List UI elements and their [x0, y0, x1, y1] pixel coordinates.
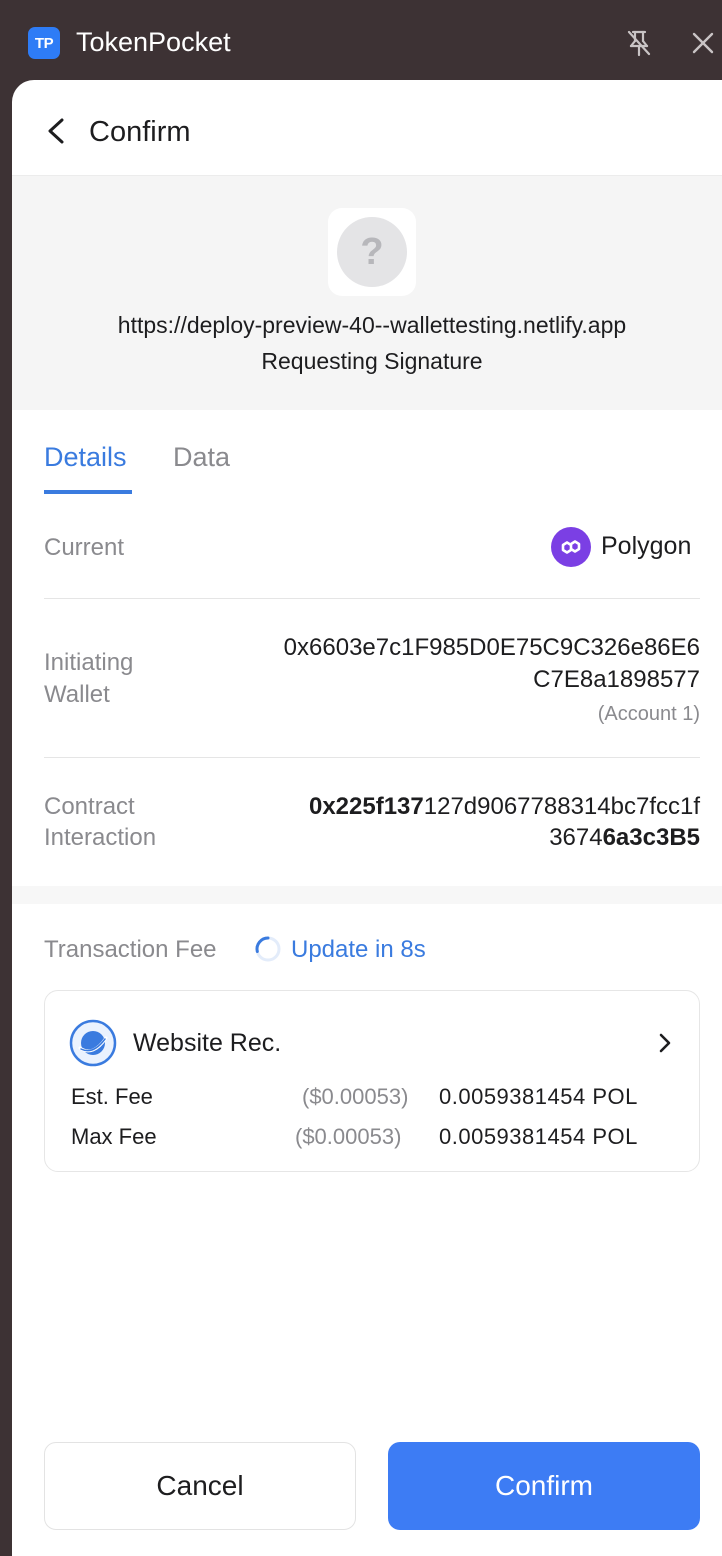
site-url: https://deploy-preview-40--wallettesting…: [117, 312, 627, 338]
max-fee-usd: ($0.00053): [295, 1124, 402, 1149]
section-separator: [12, 886, 722, 904]
cancel-button[interactable]: Cancel: [44, 1442, 356, 1530]
fee-option-card[interactable]: Website Rec. Est. Fee ($0.00053) 0.00593…: [44, 990, 700, 1172]
app-name: TokenPocket: [76, 27, 231, 57]
fee-update-countdown: Update in 8s: [291, 936, 426, 963]
confirm-button[interactable]: Confirm: [388, 1442, 700, 1530]
contract-address-line1: 0x225f137127d9067788314bc7fcc1f: [309, 791, 700, 822]
back-arrow-icon[interactable]: [42, 116, 70, 146]
window-titlebar: TP TokenPocket: [0, 0, 722, 84]
chevron-right-icon: [659, 1033, 671, 1053]
close-icon[interactable]: [690, 30, 716, 56]
unknown-site-icon: ?: [337, 217, 407, 287]
network-label: Current: [44, 534, 125, 561]
page-header: Confirm: [12, 80, 722, 176]
contract-label-line1: Contract: [44, 793, 135, 820]
est-fee-usd: ($0.00053): [302, 1084, 409, 1109]
confirm-panel: Confirm ? https://deploy-preview-40--wal…: [12, 80, 722, 1556]
wallet-address-line2: C7E8a1898577: [533, 666, 700, 693]
est-fee-amount: 0.0059381454 POL: [439, 1084, 638, 1109]
loading-spinner-icon: [255, 936, 281, 962]
tokenpocket-logo-icon: TP: [28, 27, 60, 59]
unpin-icon[interactable]: [624, 28, 654, 58]
request-type: Requesting Signature: [261, 348, 483, 374]
divider: [44, 598, 700, 599]
site-favicon: ?: [328, 208, 416, 296]
page-title: Confirm: [89, 116, 191, 148]
tab-data[interactable]: Data: [173, 440, 230, 474]
max-fee-label: Max Fee: [71, 1124, 157, 1149]
wallet-label-line2: Wallet: [44, 681, 110, 708]
max-fee-amount: 0.0059381454 POL: [439, 1124, 638, 1149]
fee-option-title: Website Rec.: [133, 1029, 282, 1057]
contract-address-start: 0x225f137: [308, 793, 424, 820]
network-value: Polygon: [601, 532, 692, 560]
wallet-label-line1: Initiating: [44, 649, 134, 676]
tab-details[interactable]: Details: [44, 440, 127, 474]
polygon-logo-icon: [551, 527, 591, 567]
wallet-account: (Account 1): [597, 703, 700, 725]
contract-address-middle: 127d9067788314bc7fcc1f: [423, 793, 700, 820]
transaction-fee-label: Transaction Fee: [44, 936, 217, 963]
tab-bar: Details Data: [12, 410, 722, 496]
site-info: ? https://deploy-preview-40--wallettesti…: [12, 176, 722, 410]
est-fee-label: Est. Fee: [71, 1084, 153, 1109]
divider: [44, 757, 700, 758]
wallet-address-line1: 0x6603e7c1F985D0E75C9C326e86E6: [283, 634, 700, 661]
contract-address-end: 6a3c3B5: [602, 824, 700, 851]
contract-address-line2: 36746a3c3B5: [549, 822, 700, 853]
contract-label-line2: Interaction: [44, 824, 157, 851]
active-tab-indicator: [44, 490, 132, 494]
contract-address-middle-end: 3674: [549, 824, 603, 851]
globe-rocket-icon: [69, 1019, 117, 1067]
